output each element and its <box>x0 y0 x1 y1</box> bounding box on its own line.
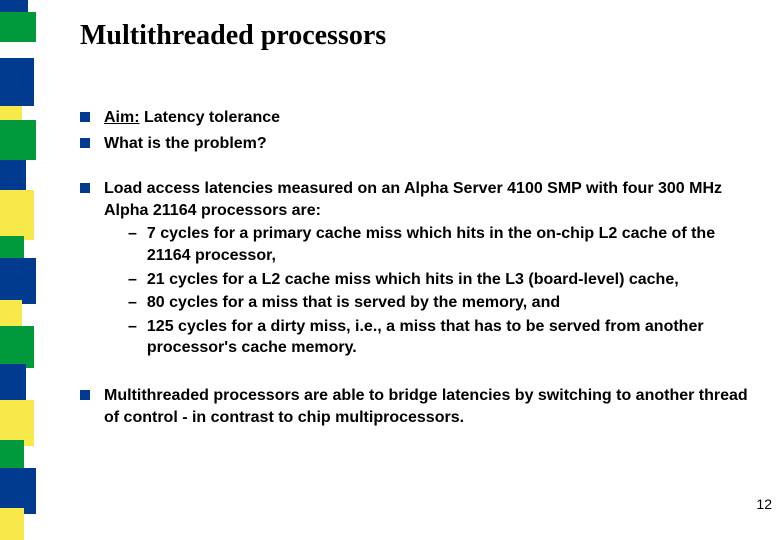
bullet-text: Load access latencies measured on an Alp… <box>104 178 760 361</box>
sidebar-decoration <box>0 0 40 540</box>
square-bullet-icon <box>80 112 90 122</box>
sub-item: – 7 cycles for a primary cache miss whic… <box>128 223 760 266</box>
bullet-group-3: Multithreaded processors are able to bri… <box>80 385 760 428</box>
bullet-text: What is the problem? <box>104 133 760 155</box>
sub-item: – 80 cycles for a miss that is served by… <box>128 292 760 314</box>
slide-content: Multithreaded processors Aim: Latency to… <box>80 20 760 520</box>
dash-bullet-icon: – <box>128 223 137 245</box>
sub-item: – 21 cycles for a L2 cache miss which hi… <box>128 269 760 291</box>
bullet-group-1: Aim: Latency tolerance What is the probl… <box>80 107 760 154</box>
bullet-text: Multithreaded processors are able to bri… <box>104 385 760 428</box>
slide-title: Multithreaded processors <box>80 20 760 52</box>
bullet-item: Aim: Latency tolerance <box>80 107 760 129</box>
dash-bullet-icon: – <box>128 316 137 338</box>
bullet-item: What is the problem? <box>80 133 760 155</box>
bullet-item: Load access latencies measured on an Alp… <box>80 178 760 361</box>
sub-item: – 125 cycles for a dirty miss, i.e., a m… <box>128 316 760 359</box>
bullet-item: Multithreaded processors are able to bri… <box>80 385 760 428</box>
bullet-group-2: Load access latencies measured on an Alp… <box>80 178 760 361</box>
sub-text: 125 cycles for a dirty miss, i.e., a mis… <box>147 316 760 359</box>
dash-bullet-icon: – <box>128 292 137 314</box>
sub-text: 21 cycles for a L2 cache miss which hits… <box>147 269 760 291</box>
square-bullet-icon <box>80 183 90 193</box>
dash-bullet-icon: – <box>128 269 137 291</box>
square-bullet-icon <box>80 390 90 400</box>
sub-text: 7 cycles for a primary cache miss which … <box>147 223 760 266</box>
page-number: 12 <box>756 496 772 512</box>
sub-text: 80 cycles for a miss that is served by t… <box>147 292 760 314</box>
sub-list: – 7 cycles for a primary cache miss whic… <box>128 223 760 359</box>
bullet-text: Aim: Latency tolerance <box>104 107 760 129</box>
square-bullet-icon <box>80 138 90 148</box>
